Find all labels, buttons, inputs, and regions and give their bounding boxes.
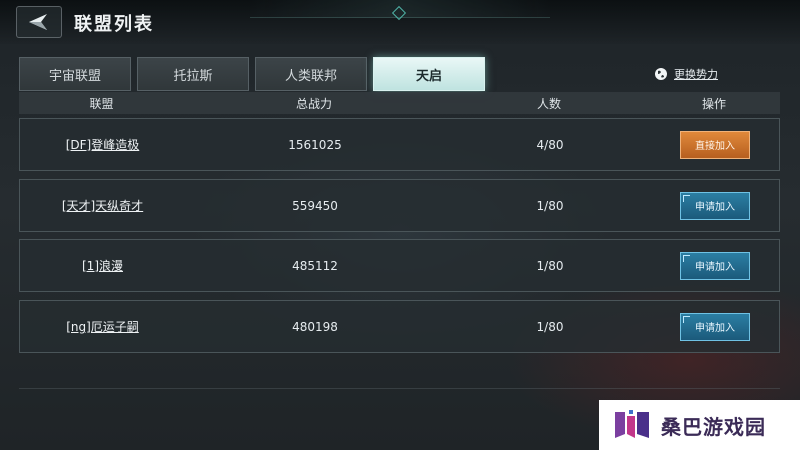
tab-apocalypse[interactable]: 天启 <box>373 57 485 91</box>
header-alliance: 联盟 <box>89 96 114 111</box>
faction-tabs: 宇宙联盟 托拉斯 人类联邦 天启 <box>19 57 485 91</box>
members-value: 1/80 <box>536 198 564 213</box>
table-row: [天才]天纵奇才 559450 1/80 申请加入 <box>19 179 780 232</box>
watermark: 桑巴游戏园 <box>599 400 800 450</box>
total-power-value: 480198 <box>292 319 338 334</box>
header-action: 操作 <box>701 96 726 111</box>
alliance-name-link[interactable]: [DF]登峰造极 <box>66 136 140 153</box>
header-total-power: 总战力 <box>295 96 332 111</box>
tab-human-federation[interactable]: 人类联邦 <box>255 57 367 91</box>
header-members: 人数 <box>536 96 561 111</box>
alliance-name-link[interactable]: [天才]天纵奇才 <box>62 197 143 214</box>
tab-trust[interactable]: 托拉斯 <box>137 57 249 91</box>
back-arrow-icon <box>29 14 47 30</box>
alliance-name-link[interactable]: [1]浪漫 <box>82 257 123 274</box>
table-row: [ng]厄运子嗣 480198 1/80 申请加入 <box>19 300 780 353</box>
switch-faction-button[interactable]: 更换势力 <box>654 66 718 82</box>
total-power-value: 559450 <box>292 198 338 213</box>
apply-join-button[interactable]: 申请加入 <box>680 191 750 220</box>
join-directly-button[interactable]: 直接加入 <box>680 130 750 159</box>
members-value: 4/80 <box>536 137 564 152</box>
watermark-logo-icon <box>615 410 649 438</box>
switch-faction-label: 更换势力 <box>674 68 718 81</box>
table-row: [DF]登峰造极 1561025 4/80 直接加入 <box>19 118 780 171</box>
tab-cosmic-alliance[interactable]: 宇宙联盟 <box>19 57 131 91</box>
members-value: 1/80 <box>536 319 564 334</box>
apply-join-button[interactable]: 申请加入 <box>680 312 750 341</box>
alliance-name-link[interactable]: [ng]厄运子嗣 <box>66 318 139 335</box>
back-button[interactable] <box>16 6 62 38</box>
watermark-text: 桑巴游戏园 <box>661 414 766 439</box>
page-title: 联盟列表 <box>74 14 154 35</box>
apply-join-button[interactable]: 申请加入 <box>680 251 750 280</box>
total-power-value: 1561025 <box>288 137 342 152</box>
members-value: 1/80 <box>536 258 564 273</box>
total-power-value: 485112 <box>292 258 338 273</box>
globe-icon <box>655 68 667 80</box>
table-row: [1]浪漫 485112 1/80 申请加入 <box>19 239 780 292</box>
table-header: 联盟 总战力 人数 操作 <box>19 92 780 114</box>
list-bottom-divider <box>19 388 780 389</box>
